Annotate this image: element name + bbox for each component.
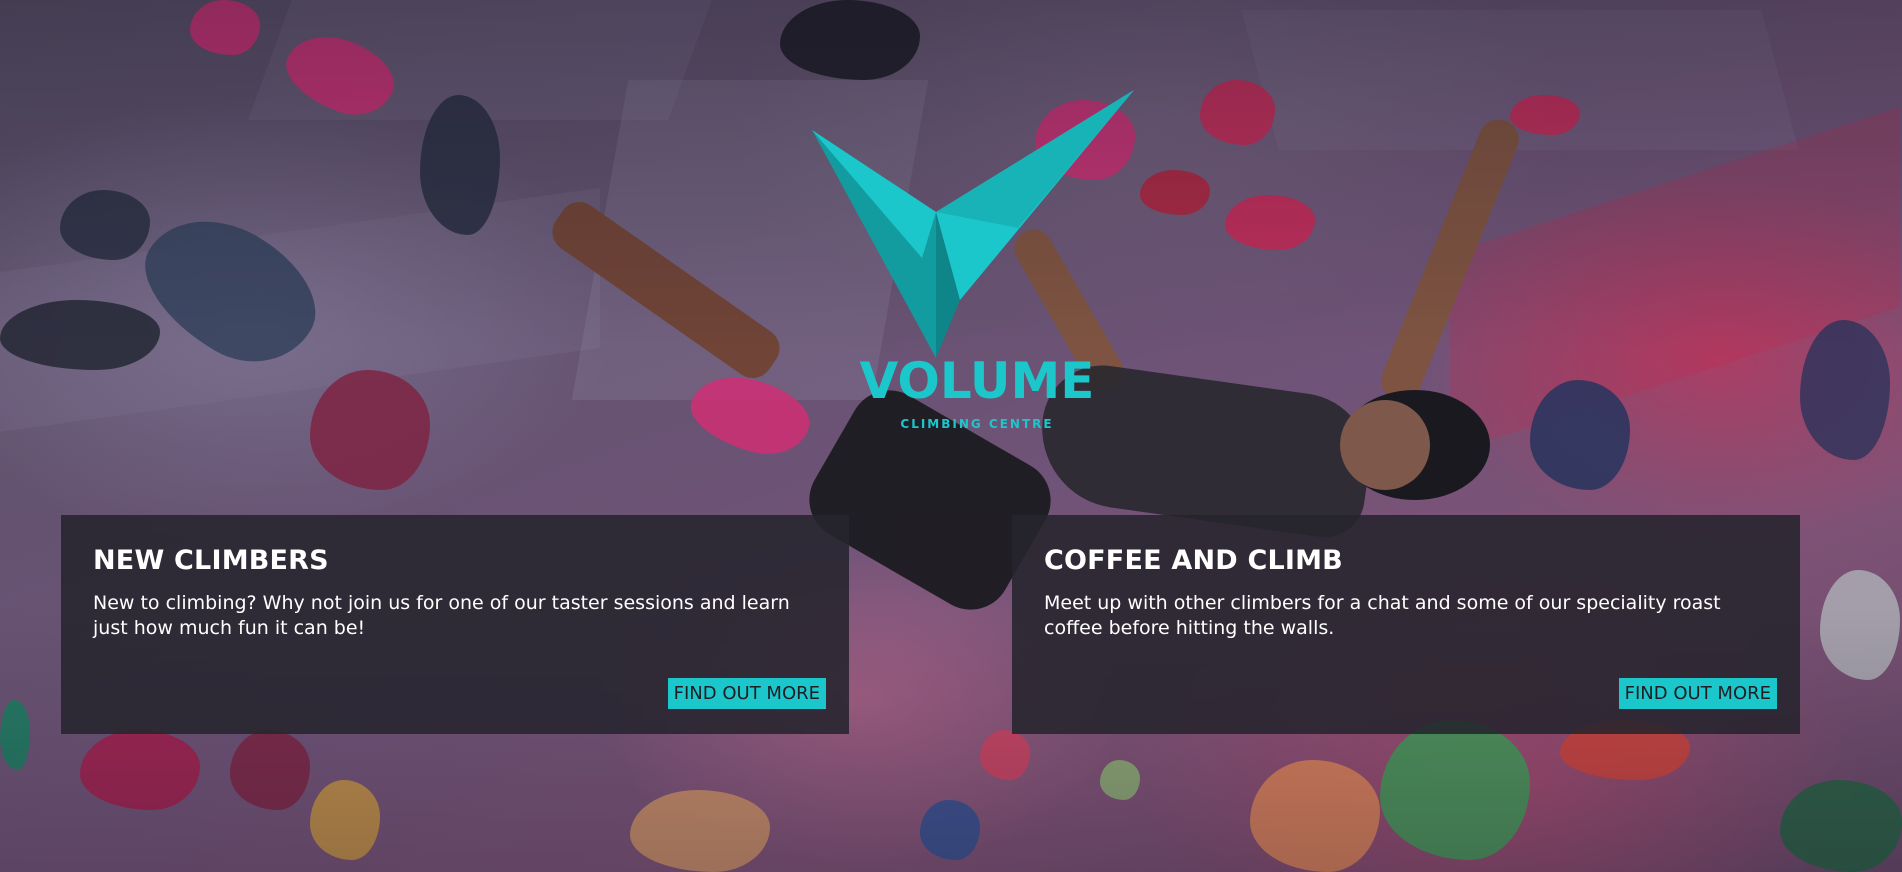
card-new-climbers: NEW CLIMBERS New to climbing? Why not jo… — [61, 515, 849, 734]
card-coffee-and-climb: COFFEE AND CLIMB Meet up with other clim… — [1012, 515, 1800, 734]
find-out-more-button[interactable]: FIND OUT MORE — [667, 678, 826, 709]
brand-logo[interactable]: VOLUME CLIMBING CENTRE — [812, 88, 1142, 438]
brand-tagline: CLIMBING CENTRE — [900, 417, 1054, 431]
find-out-more-button[interactable]: FIND OUT MORE — [1618, 678, 1777, 709]
v-chevron-logo-icon — [812, 90, 1134, 358]
card-text: Meet up with other climbers for a chat a… — [1044, 592, 1721, 639]
card-text: New to climbing? Why not join us for one… — [93, 592, 790, 639]
card-title: NEW CLIMBERS — [93, 545, 329, 576]
card-title: COFFEE AND CLIMB — [1044, 545, 1343, 576]
brand-name: VOLUME — [859, 352, 1095, 410]
